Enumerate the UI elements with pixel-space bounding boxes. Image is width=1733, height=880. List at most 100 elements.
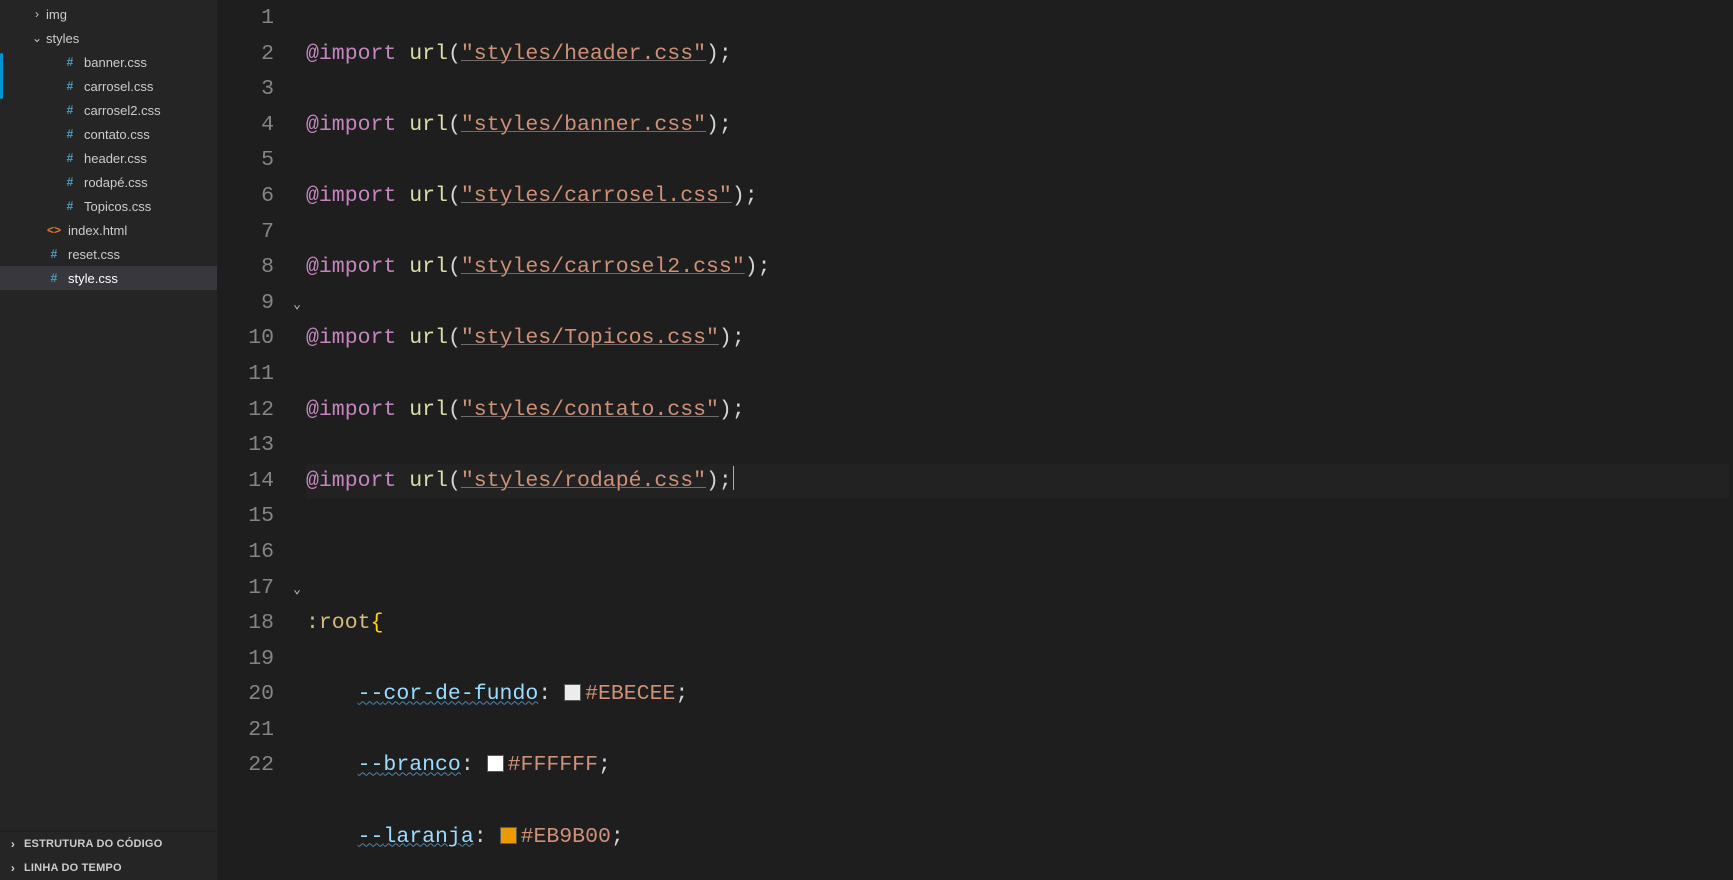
code-area[interactable]: @import url("styles/header.css"); @impor… [306, 0, 1729, 880]
tree-file-carrosel2-css[interactable]: · # carrosel2.css [0, 98, 217, 122]
chevron-right-icon: › [30, 7, 44, 21]
panel-outline[interactable]: › ESTRUTURA DO CÓDIGO [0, 832, 217, 856]
css-var-name: cor-de-fundo [383, 682, 538, 706]
line-number: 3 [218, 72, 274, 108]
file-label: carrosel2.css [84, 103, 217, 118]
html-file-icon: <> [46, 222, 62, 238]
css-hex: #EB9B00 [521, 825, 611, 849]
import-path: styles/contato.css [474, 398, 706, 422]
css-hex: #EBECEE [585, 682, 675, 706]
line-number: 7 [218, 215, 274, 251]
line-number: 12 [218, 393, 274, 429]
folder-label: styles [46, 31, 217, 46]
css-file-icon: # [62, 126, 78, 142]
code-line [306, 535, 1729, 571]
code-editor[interactable]: 1 2 3 4 5 6 7 8 9 10 11 12 13 14 15 16 1… [218, 0, 1733, 880]
chevron-down-icon: ⌄ [30, 31, 44, 45]
sidebar-panels: › ESTRUTURA DO CÓDIGO › LINHA DO TEMPO [0, 831, 217, 880]
line-number: 14 [218, 464, 274, 500]
tree-file-reset-css[interactable]: · # reset.css [0, 242, 217, 266]
chevron-right-icon: › [6, 837, 20, 851]
fold-toggle-icon[interactable]: ⌄ [293, 582, 301, 597]
line-number: 22 [218, 748, 274, 784]
explorer-sidebar: › img ⌄ styles · # banner.css · # carros… [0, 0, 218, 880]
line-number: 19 [218, 642, 274, 678]
css-file-icon: # [62, 102, 78, 118]
tree-folder-img[interactable]: › img [0, 2, 217, 26]
import-path: styles/Topicos.css [474, 326, 706, 350]
tree-file-rodape-css[interactable]: · # rodapé.css [0, 170, 217, 194]
tree-file-header-css[interactable]: · # header.css [0, 146, 217, 170]
line-number: 9 [218, 286, 274, 322]
tree-file-contato-css[interactable]: · # contato.css [0, 122, 217, 146]
file-label: banner.css [84, 55, 217, 70]
file-label: carrosel.css [84, 79, 217, 94]
fold-toggle-icon[interactable]: ⌄ [293, 297, 301, 312]
code-line: @import url("styles/carrosel.css"); [306, 179, 1729, 215]
code-line: @import url("styles/contato.css"); [306, 393, 1729, 429]
code-line: @import url("styles/carrosel2.css"); [306, 250, 1729, 286]
line-number: 21 [218, 713, 274, 749]
minimap[interactable] [1729, 0, 1733, 880]
line-number: 2 [218, 37, 274, 73]
code-line: --branco: #FFFFFF; [306, 748, 1729, 784]
file-label: reset.css [68, 247, 217, 262]
fold-gutter: ⌄ ⌄ [288, 0, 306, 880]
color-swatch-icon[interactable] [500, 827, 517, 844]
file-label: style.css [68, 271, 217, 286]
code-line: :root{ [306, 606, 1729, 642]
import-path: styles/banner.css [474, 113, 693, 137]
line-number: 8 [218, 250, 274, 286]
tree-file-index-html[interactable]: · <> index.html [0, 218, 217, 242]
code-line: @import url("styles/banner.css"); [306, 108, 1729, 144]
color-swatch-icon[interactable] [564, 684, 581, 701]
color-swatch-icon[interactable] [487, 755, 504, 772]
import-path: styles/carrosel2.css [474, 255, 732, 279]
line-number: 18 [218, 606, 274, 642]
code-line: @import url("styles/rodapé.css"); [306, 464, 1729, 500]
line-number: 10 [218, 321, 274, 357]
css-file-icon: # [62, 198, 78, 214]
css-file-icon: # [62, 54, 78, 70]
import-path: styles/header.css [474, 42, 693, 66]
css-hex: #FFFFFF [508, 753, 598, 777]
line-number: 6 [218, 179, 274, 215]
code-line: --cor-de-fundo: #EBECEE; [306, 677, 1729, 713]
file-label: index.html [68, 223, 217, 238]
import-path: styles/rodapé.css [474, 469, 693, 493]
tree-file-carrosel-css[interactable]: · # carrosel.css [0, 74, 217, 98]
line-number: 15 [218, 499, 274, 535]
tree-folder-styles[interactable]: ⌄ styles [0, 26, 217, 50]
file-label: Topicos.css [84, 199, 217, 214]
panel-label: ESTRUTURA DO CÓDIGO [24, 838, 162, 850]
css-var-name: laranja [383, 825, 473, 849]
line-number: 20 [218, 677, 274, 713]
tree-file-topicos-css[interactable]: · # Topicos.css [0, 194, 217, 218]
css-file-icon: # [62, 78, 78, 94]
file-label: contato.css [84, 127, 217, 142]
code-line: @import url("styles/header.css"); [306, 37, 1729, 73]
line-number: 13 [218, 428, 274, 464]
css-file-icon: # [46, 270, 62, 286]
tree-file-style-css[interactable]: · # style.css [0, 266, 217, 290]
css-var-name: branco [383, 753, 460, 777]
panel-timeline[interactable]: › LINHA DO TEMPO [0, 856, 217, 880]
line-number: 1 [218, 1, 274, 37]
line-number: 5 [218, 143, 274, 179]
code-line: @import url("styles/Topicos.css"); [306, 321, 1729, 357]
git-modified-marker [0, 53, 3, 99]
app-root: › img ⌄ styles · # banner.css · # carros… [0, 0, 1733, 880]
css-file-icon: # [46, 246, 62, 262]
line-number: 16 [218, 535, 274, 571]
panel-label: LINHA DO TEMPO [24, 862, 122, 874]
folder-label: img [46, 7, 217, 22]
file-tree: › img ⌄ styles · # banner.css · # carros… [0, 0, 217, 831]
chevron-right-icon: › [6, 861, 20, 875]
file-label: rodapé.css [84, 175, 217, 190]
import-path: styles/carrosel.css [474, 184, 719, 208]
text-cursor [733, 466, 734, 490]
tree-file-banner-css[interactable]: · # banner.css [0, 50, 217, 74]
line-number: 17 [218, 571, 274, 607]
css-file-icon: # [62, 150, 78, 166]
css-file-icon: # [62, 174, 78, 190]
